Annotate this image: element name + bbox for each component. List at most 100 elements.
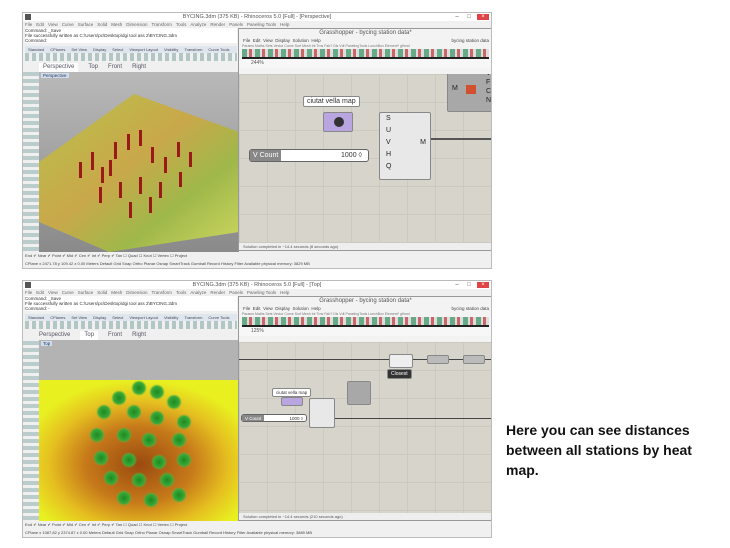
v-count-slider[interactable]: V Count 1000 ◊ [241, 414, 307, 422]
output-m[interactable]: M [420, 137, 426, 149]
menu-curve[interactable]: Curve [62, 290, 74, 295]
osnap-mid[interactable]: Mid [67, 522, 73, 527]
menu-edit[interactable]: Edit [36, 22, 44, 27]
menu-help[interactable]: Help [280, 22, 289, 27]
osnap-quad[interactable]: Quad [128, 253, 138, 258]
menu-curve[interactable]: Curve [62, 22, 74, 27]
toolbar-icons[interactable] [25, 321, 237, 329]
output-c[interactable]: C [486, 87, 491, 96]
gh-zoom-level[interactable]: 244% [251, 60, 264, 66]
gh-menu-help[interactable]: Help [311, 306, 320, 311]
image-param-node[interactable] [323, 112, 353, 132]
osnap-point[interactable]: Point [52, 253, 61, 258]
tab-right[interactable]: Right [132, 331, 146, 340]
tab-display[interactable]: Display [93, 315, 106, 320]
node[interactable] [463, 355, 485, 364]
output-f[interactable]: F [486, 78, 491, 87]
osnap-cen[interactable]: Cen [79, 522, 86, 527]
tab-visibility[interactable]: Visibility [164, 47, 178, 52]
gh-component-icons[interactable] [242, 49, 489, 59]
menu-edit[interactable]: Edit [36, 290, 44, 295]
menu-help[interactable]: Help [280, 290, 289, 295]
osnap-knot[interactable]: Knot [143, 522, 151, 527]
menu-solid[interactable]: Solid [97, 290, 107, 295]
menu-render[interactable]: Render [210, 290, 225, 295]
image-sampler-node[interactable]: SUVHQ M [379, 112, 431, 180]
top-viewport[interactable]: Top [39, 340, 239, 521]
panel-ciutat-vella-map[interactable]: ciutat vella map [303, 96, 360, 107]
osnap-int[interactable]: Int [92, 522, 96, 527]
menu-mesh[interactable]: Mesh [111, 22, 122, 27]
image-param-node[interactable] [281, 397, 303, 406]
menu-paneling-tools[interactable]: Paneling Tools [247, 290, 276, 295]
tab-standard[interactable]: Standard [28, 315, 44, 320]
gh-menu-file[interactable]: File [243, 38, 250, 43]
menu-surface[interactable]: Surface [78, 22, 94, 27]
osnap-perp[interactable]: Perp [102, 253, 110, 258]
menu-dimension[interactable]: Dimension [126, 22, 147, 27]
image-sampler-node[interactable] [309, 398, 335, 428]
tab-viewport-layout[interactable]: Viewport Layout [129, 47, 158, 52]
tab-cplanes[interactable]: CPlanes [50, 315, 65, 320]
tab-set-view[interactable]: Set View [71, 315, 87, 320]
osnap-quad[interactable]: Quad [128, 522, 138, 527]
gh-canvas[interactable]: ciutat vella map V Count 1000 ◊ SUVHQ M M… [239, 74, 491, 243]
menu-transform[interactable]: Transform [152, 22, 172, 27]
tab-visibility[interactable]: Visibility [164, 315, 178, 320]
output-n[interactable]: N [486, 96, 491, 105]
tab-top[interactable]: Top [80, 331, 99, 340]
tab-cplanes[interactable]: CPlanes [50, 47, 65, 52]
tab-display[interactable]: Display [93, 47, 106, 52]
closest-node[interactable] [389, 354, 413, 368]
osnap-cen[interactable]: Cen [79, 253, 86, 258]
osnap-perp[interactable]: Perp [102, 522, 110, 527]
osnap-end[interactable]: End [25, 522, 32, 527]
tab-transform[interactable]: Transform [184, 315, 202, 320]
viewport-label[interactable]: Top [41, 341, 53, 346]
osnap-knot[interactable]: Knot [143, 253, 151, 258]
menu-solid[interactable]: Solid [97, 22, 107, 27]
menu-surface[interactable]: Surface [78, 290, 94, 295]
perspective-viewport[interactable]: Perspective [39, 72, 239, 252]
v-count-slider[interactable]: V Count 1000 ◊ [249, 149, 369, 162]
command-prompt[interactable]: Command: - [25, 306, 237, 311]
menu-view[interactable]: View [48, 22, 58, 27]
menu-view[interactable]: View [48, 290, 58, 295]
menu-file[interactable]: File [25, 290, 32, 295]
osnap-vertex[interactable]: Vertex [158, 253, 169, 258]
input-u[interactable]: U [386, 125, 430, 137]
mesh-deconstruct-node[interactable] [347, 381, 371, 405]
menu-tools[interactable]: Tools [176, 290, 187, 295]
gh-menu-display[interactable]: Display [275, 306, 290, 311]
menu-dimension[interactable]: Dimension [126, 290, 147, 295]
menu-analyze[interactable]: Analyze [190, 22, 206, 27]
gh-menu-view[interactable]: View [263, 306, 273, 311]
osnap-near[interactable]: Near [38, 253, 47, 258]
command-prompt[interactable]: Command: [25, 38, 237, 43]
menu-render[interactable]: Render [210, 22, 225, 27]
tab-standard[interactable]: Standard [28, 47, 44, 52]
tab-front[interactable]: Front [108, 63, 122, 72]
osnap-project[interactable]: Project [175, 253, 187, 258]
gh-menu-solution[interactable]: Solution [293, 306, 309, 311]
osnap-tan[interactable]: Tan [116, 253, 122, 258]
gh-menu-view[interactable]: View [263, 38, 273, 43]
osnap-end[interactable]: End [25, 253, 32, 258]
left-toolbar[interactable] [23, 71, 39, 251]
tab-top[interactable]: Top [88, 63, 98, 72]
tab-perspective[interactable]: Perspective [39, 63, 79, 72]
toolbar-icons[interactable] [25, 53, 237, 61]
gh-menu-help[interactable]: Help [311, 38, 320, 43]
tab-set-view[interactable]: Set View [71, 47, 87, 52]
panel-ciutat-vella-map[interactable]: ciutat vella map [272, 388, 312, 397]
osnap-vertex[interactable]: Vertex [158, 522, 169, 527]
menu-panels[interactable]: Panels [229, 22, 243, 27]
tab-right[interactable]: Right [132, 63, 146, 72]
osnap-point[interactable]: Point [52, 522, 61, 527]
tab-viewport-layout[interactable]: Viewport Layout [129, 315, 158, 320]
tab-front[interactable]: Front [108, 331, 122, 340]
menu-mesh[interactable]: Mesh [111, 290, 122, 295]
close-button[interactable]: × [477, 14, 489, 20]
tab-select[interactable]: Select [112, 315, 123, 320]
gh-menu-display[interactable]: Display [275, 38, 290, 43]
